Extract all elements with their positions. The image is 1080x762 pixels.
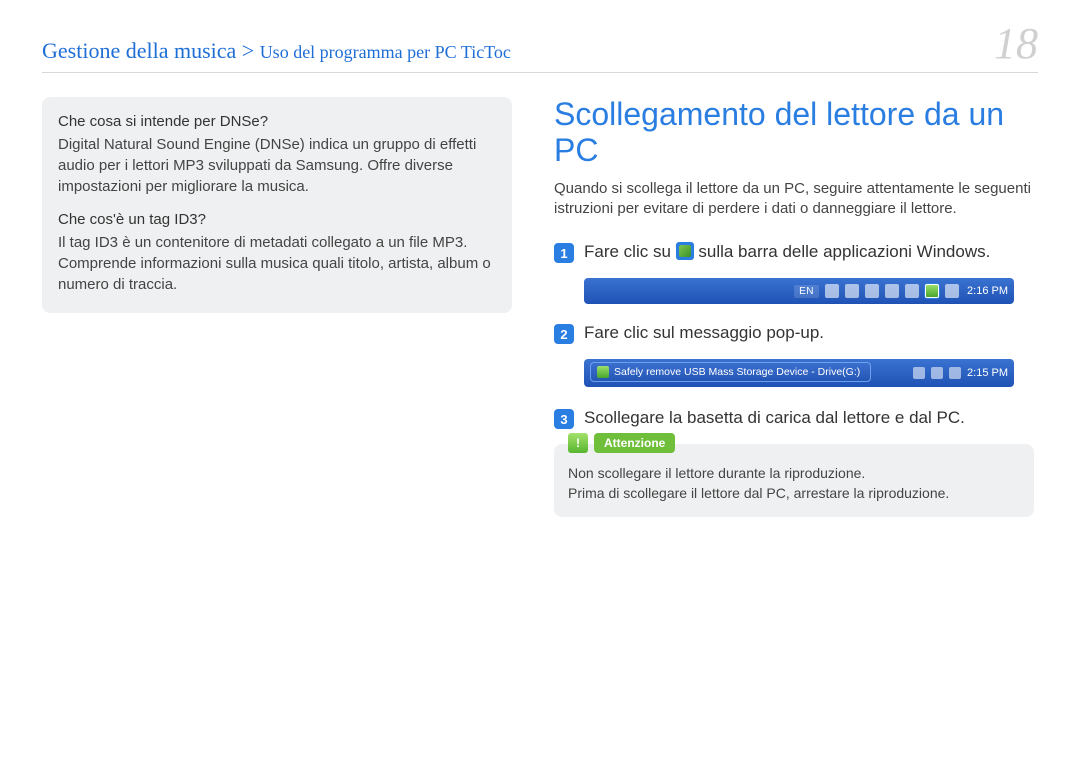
caution-body: Non scollegare il lettore durante la rip…	[568, 464, 1020, 503]
safely-remove-tray-icon	[925, 284, 939, 298]
step-1-post: sulla barra delle applicazioni Windows.	[694, 242, 991, 261]
section-intro: Quando si scollega il lettore da un PC, …	[554, 179, 1034, 220]
windows-taskbar-1: EN 2:16 PM	[584, 278, 1014, 304]
info-box: Che cosa si intende per DNSe? Digital Na…	[42, 97, 512, 313]
tray-icon	[825, 284, 839, 298]
step-number-1: 1	[554, 243, 574, 263]
step-number-3: 3	[554, 409, 574, 429]
step-3-text: Scollegare la basetta di carica dal lett…	[584, 407, 965, 430]
taskbar-clock: 2:15 PM	[967, 367, 1008, 379]
faq-answer-dnse: Digital Natural Sound Engine (DNSe) indi…	[58, 134, 496, 197]
caution-line-2: Prima di scollegare il lettore dal PC, a…	[568, 484, 1020, 504]
breadcrumb: Gestione della musica > Uso del programm…	[42, 38, 511, 64]
step-2-text: Fare clic sul messaggio pop-up.	[584, 322, 824, 345]
page-header: Gestione della musica > Uso del programm…	[42, 22, 1038, 73]
tray-icon	[949, 367, 961, 379]
caution-icon: !	[568, 433, 588, 453]
breadcrumb-sub: Uso del programma per PC TicToc	[260, 42, 511, 62]
content-columns: Che cosa si intende per DNSe? Digital Na…	[42, 97, 1038, 517]
right-column: Scollegamento del lettore da un PC Quand…	[554, 97, 1034, 517]
faq-question-id3: Che cos'è un tag ID3?	[58, 209, 496, 230]
caution-label: Attenzione	[594, 433, 675, 453]
tray-icon	[913, 367, 925, 379]
windows-taskbar-2: Safely remove USB Mass Storage Device - …	[584, 359, 1014, 387]
balloon-icon	[597, 366, 609, 378]
step-1-text: Fare clic su sulla barra delle applicazi…	[584, 241, 990, 264]
balloon-text: Safely remove USB Mass Storage Device - …	[614, 366, 860, 378]
tray-icon	[931, 367, 943, 379]
left-column: Che cosa si intende per DNSe? Digital Na…	[42, 97, 512, 517]
caution-line-1: Non scollegare il lettore durante la rip…	[568, 464, 1020, 484]
section-title: Scollegamento del lettore da un PC	[554, 97, 1034, 169]
caution-box: ! Attenzione Non scollegare il lettore d…	[554, 444, 1034, 517]
manual-page: Gestione della musica > Uso del programm…	[0, 0, 1080, 762]
tray-icon	[945, 284, 959, 298]
breadcrumb-main: Gestione della musica >	[42, 38, 260, 63]
page-number: 18	[994, 22, 1038, 66]
step-2: 2 Fare clic sul messaggio pop-up.	[554, 322, 1034, 345]
balloon-tooltip: Safely remove USB Mass Storage Device - …	[590, 362, 871, 382]
step-1: 1 Fare clic su sulla barra delle applica…	[554, 241, 1034, 264]
faq-question-dnse: Che cosa si intende per DNSe?	[58, 111, 496, 132]
language-indicator: EN	[794, 285, 819, 298]
step-1-pre: Fare clic su	[584, 242, 676, 261]
tray-icon	[905, 284, 919, 298]
step-number-2: 2	[554, 324, 574, 344]
tray-icon	[845, 284, 859, 298]
taskbar-clock: 2:16 PM	[967, 285, 1008, 297]
faq-answer-id3: Il tag ID3 è un contenitore di metadati …	[58, 232, 496, 295]
safely-remove-icon	[676, 242, 694, 260]
step-3: 3 Scollegare la basetta di carica dal le…	[554, 407, 1034, 430]
caution-tag: ! Attenzione	[568, 433, 675, 453]
tray-icon	[865, 284, 879, 298]
taskbar-right: 2:15 PM	[913, 367, 1014, 379]
tray-icon	[885, 284, 899, 298]
